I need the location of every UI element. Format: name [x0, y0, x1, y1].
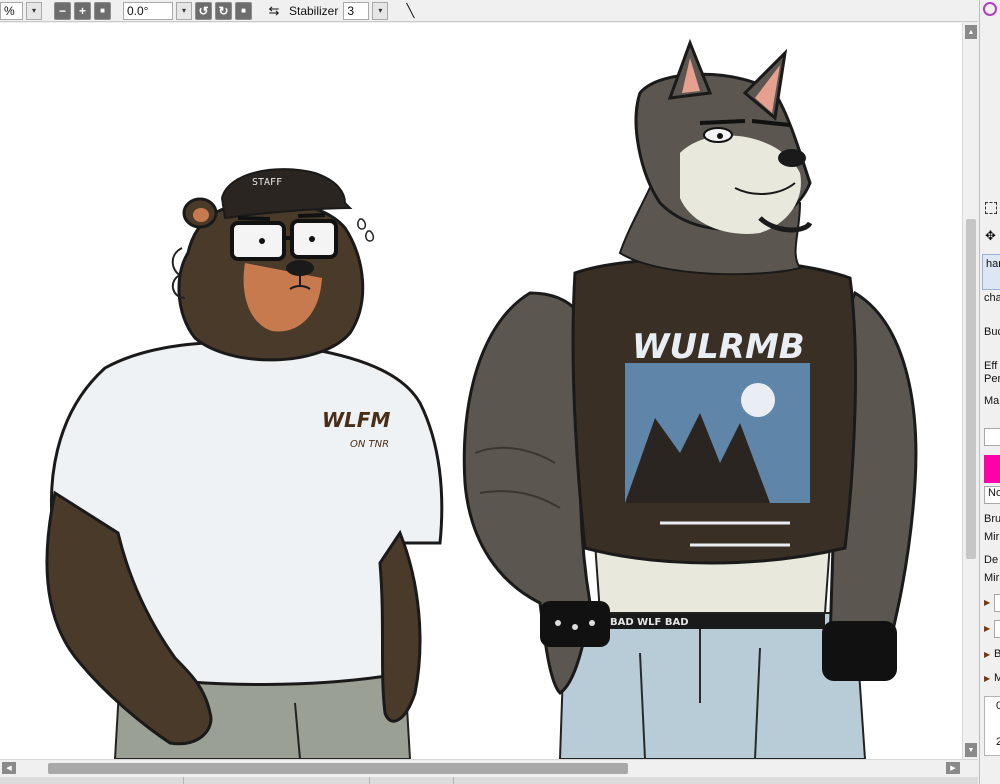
expand-arrow-icon[interactable]: ▶ [984, 674, 990, 683]
min-size-label: Mir [984, 531, 1000, 543]
selection-icon[interactable] [985, 202, 997, 214]
zoom-value: % [4, 3, 15, 18]
rotate-right-button[interactable]: ↻ [215, 1, 232, 20]
horizontal-scrollbar[interactable]: ◀ ▶ [0, 759, 978, 777]
stabilizer-input[interactable]: 3 [343, 1, 370, 20]
density-label: De [984, 554, 999, 566]
tool-label: cha [984, 292, 1000, 304]
rotate-left-button[interactable]: ↺ [195, 1, 212, 20]
expand-arrow-icon[interactable]: ▶ [984, 598, 990, 607]
bear-character: STAFF WLFM ON TNR [45, 168, 444, 759]
scroll-left-button[interactable]: ◀ [2, 762, 16, 774]
percent-label: Per [984, 373, 1000, 385]
tool-item[interactable]: cha [984, 292, 1000, 304]
tool-item[interactable]: Buc [984, 326, 1000, 338]
brush-size-label: Bru [984, 513, 1000, 525]
checkbox-field[interactable] [994, 594, 1000, 612]
rotate-reset-button[interactable]: ■ [235, 1, 252, 20]
scroll-down-button[interactable]: ▼ [965, 743, 977, 757]
stabilizer-label: Stabilizer [289, 3, 339, 18]
stabilizer-value: 3 [347, 3, 355, 18]
stabilizer-dropdown[interactable]: ▾ [372, 1, 389, 20]
scroll-up-button[interactable]: ▲ [965, 25, 977, 39]
size-swatch[interactable] [984, 428, 1000, 446]
effect-label: Eff [984, 360, 998, 372]
vertical-scrollbar[interactable]: ▲ ▼ [962, 23, 978, 759]
canvas-artwork: STAFF WLFM ON TNR BAD WLF BAD WULRMB [45, 38, 918, 759]
app-icon [983, 2, 997, 16]
rotation-value: 0.0° [127, 3, 149, 18]
straight-line-icon[interactable]: ╲ [400, 2, 420, 20]
wolf-character: BAD WLF BAD WULRMB [462, 38, 918, 759]
min-density-label: Mir [984, 572, 1000, 584]
scroll-right-button[interactable]: ▶ [946, 762, 960, 774]
section-m-label: M [994, 672, 1000, 684]
vertical-scroll-thumb[interactable] [966, 219, 976, 559]
right-tool-panel: ✥ har cha Buc Eff Per Ma No Bru Mir De M… [979, 0, 1000, 784]
move-icon[interactable]: ✥ [985, 228, 996, 244]
bear-shirt-subtext: ON TNR [350, 439, 389, 450]
tool-label: har [986, 258, 1000, 270]
top-toolbar: % ▾ − + ■ 0.0° ▾ ↺ ↻ ■ ⇆ Stabilizer 3 ▾ … [0, 0, 978, 22]
rotation-input[interactable]: 0.0° [123, 1, 173, 20]
tool-item-selected[interactable]: har [982, 254, 1000, 290]
zoom-in-button[interactable]: + [74, 1, 91, 20]
checkbox-field[interactable] [994, 620, 1000, 638]
status-segment [188, 777, 370, 784]
blend-value: No [988, 487, 1000, 499]
mag-label: Ma [984, 395, 1000, 407]
status-bar [0, 777, 978, 784]
rotation-dropdown[interactable]: ▾ [176, 1, 192, 20]
status-segment [0, 777, 184, 784]
brush-color-swatch[interactable] [984, 455, 1000, 483]
wolf-shirt-logo: WULRMB [632, 327, 805, 367]
zoom-dropdown[interactable]: ▾ [26, 1, 42, 20]
horizontal-scroll-thumb[interactable] [48, 763, 628, 774]
bear-shirt-logo: WLFM [322, 408, 390, 432]
section-b-label: B [994, 648, 1000, 660]
bear-cap-text: STAFF [252, 177, 282, 188]
zoom-input[interactable]: % [0, 1, 23, 20]
blend-select[interactable]: No [984, 486, 1000, 504]
flip-horizontal-icon[interactable]: ⇆ [264, 2, 284, 20]
preview-value-0: 0 [996, 700, 1000, 712]
expand-arrow-icon[interactable]: ▶ [984, 650, 990, 659]
preview-value-2: 2 [996, 736, 1000, 748]
status-segment [374, 777, 454, 784]
drawing-canvas[interactable]: STAFF WLFM ON TNR BAD WLF BAD WULRMB [0, 23, 962, 759]
expand-arrow-icon[interactable]: ▶ [984, 624, 990, 633]
tool-label: Buc [984, 326, 1000, 338]
wolf-belt-text: BAD WLF BAD [610, 617, 689, 628]
zoom-out-button[interactable]: − [54, 1, 71, 20]
zoom-reset-button[interactable]: ■ [94, 1, 111, 20]
